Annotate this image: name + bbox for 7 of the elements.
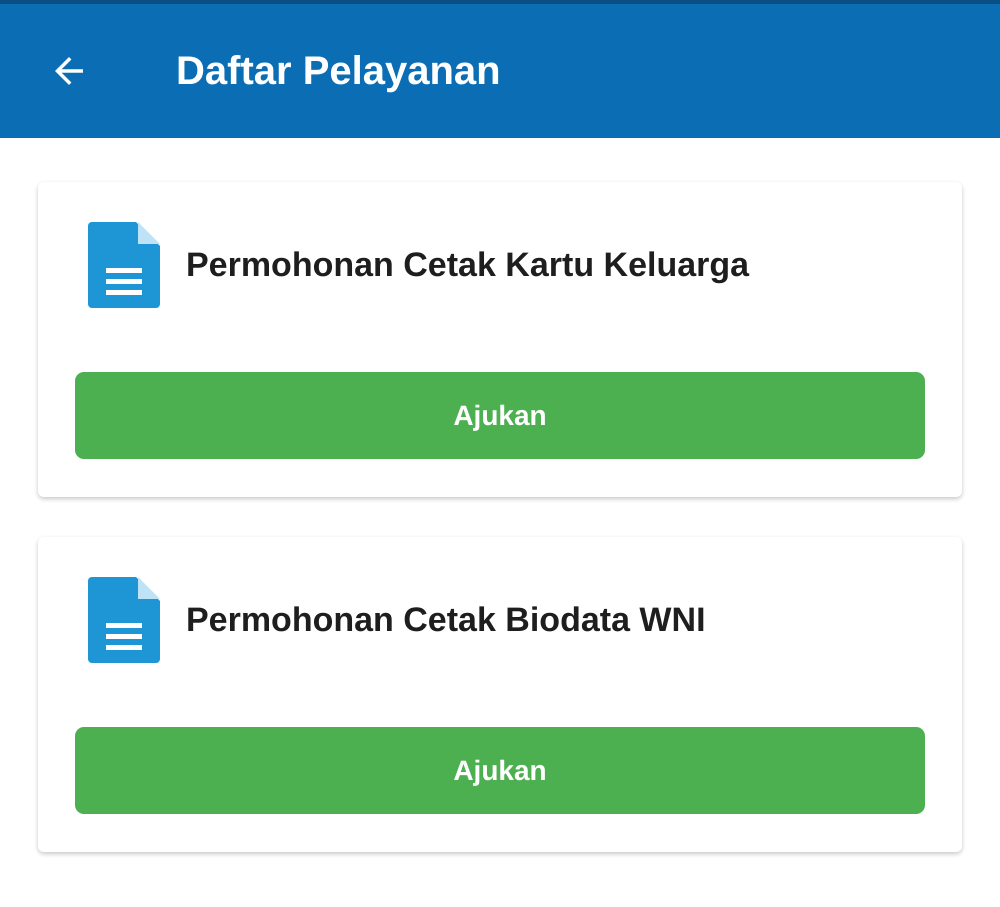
service-title: Permohonan Cetak Biodata WNI <box>186 600 706 640</box>
document-icon <box>88 577 160 663</box>
screen-title: Daftar Pelayanan <box>176 48 501 94</box>
submit-button[interactable]: Ajukan <box>75 372 925 459</box>
document-icon <box>88 222 160 308</box>
service-title: Permohonan Cetak Kartu Keluarga <box>186 246 750 284</box>
submit-button[interactable]: Ajukan <box>75 727 925 814</box>
